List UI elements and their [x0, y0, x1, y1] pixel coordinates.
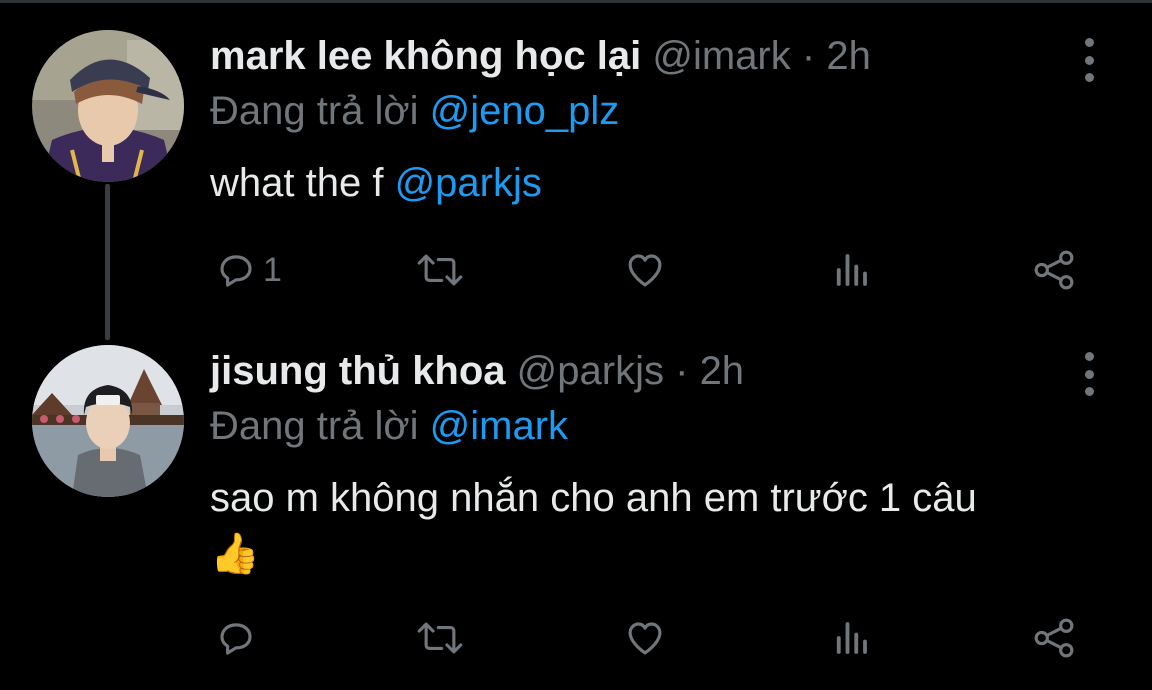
like-button[interactable] [623, 242, 667, 298]
reply-icon [220, 255, 252, 287]
user-handle[interactable]: @parkjs [517, 349, 664, 393]
display-name[interactable]: jisung thủ khoa [210, 349, 506, 393]
like-icon [628, 254, 662, 287]
tweet-text-content: what the f [210, 161, 395, 205]
replying-to-label: Đang trả lời [210, 89, 430, 133]
separator-dot: · [801, 34, 816, 78]
replying-to-label: Đang trả lời [210, 404, 430, 448]
tweet-mention[interactable]: @parkjs [395, 161, 542, 205]
action-bar: 1 [0, 242, 1152, 298]
reply-button[interactable]: 1 [215, 242, 282, 298]
views-icon [836, 622, 867, 654]
tweet-text: sao m không nhắn cho anh em trước 1 câu … [210, 470, 1110, 582]
like-icon [628, 622, 662, 655]
replying-to-mention[interactable]: @jeno_plz [430, 89, 620, 133]
views-button[interactable] [832, 242, 870, 298]
tweet-text-content: sao m không nhắn cho anh em trước 1 câu [210, 476, 977, 520]
retweet-icon [417, 254, 463, 286]
retweet-button[interactable] [414, 242, 466, 298]
like-button[interactable] [623, 610, 667, 666]
views-button[interactable] [832, 610, 870, 666]
retweet-icon [417, 622, 463, 654]
tweet-text: what the f @parkjs [210, 155, 1110, 211]
thumbs-up-emoji: 👍 [210, 532, 260, 576]
tweet-header: mark lee không học lại @imark · 2h [210, 33, 871, 79]
share-button[interactable] [1030, 610, 1078, 666]
action-bar [0, 610, 1152, 666]
replying-to: Đang trả lời @jeno_plz [210, 88, 619, 134]
views-icon [836, 254, 867, 286]
share-button[interactable] [1030, 242, 1078, 298]
tweet-header: jisung thủ khoa @parkjs · 2h [210, 348, 744, 394]
more-icon[interactable] [1076, 352, 1102, 396]
timestamp[interactable]: 2h [826, 34, 871, 78]
more-icon[interactable] [1076, 38, 1102, 82]
avatar[interactable] [32, 345, 184, 497]
separator-dot: · [675, 349, 689, 393]
top-border [0, 0, 1152, 3]
share-icon [1034, 250, 1074, 290]
user-handle[interactable]: @imark [652, 34, 790, 78]
reply-button[interactable] [215, 610, 263, 666]
timestamp[interactable]: 2h [700, 349, 745, 393]
replying-to-mention[interactable]: @imark [430, 404, 568, 448]
display-name[interactable]: mark lee không học lại [210, 34, 641, 78]
avatar[interactable] [32, 30, 184, 182]
reply-count: 1 [263, 250, 282, 289]
reply-icon [220, 623, 252, 655]
retweet-button[interactable] [414, 610, 466, 666]
share-icon [1034, 618, 1074, 658]
replying-to: Đang trả lời @imark [210, 403, 568, 449]
